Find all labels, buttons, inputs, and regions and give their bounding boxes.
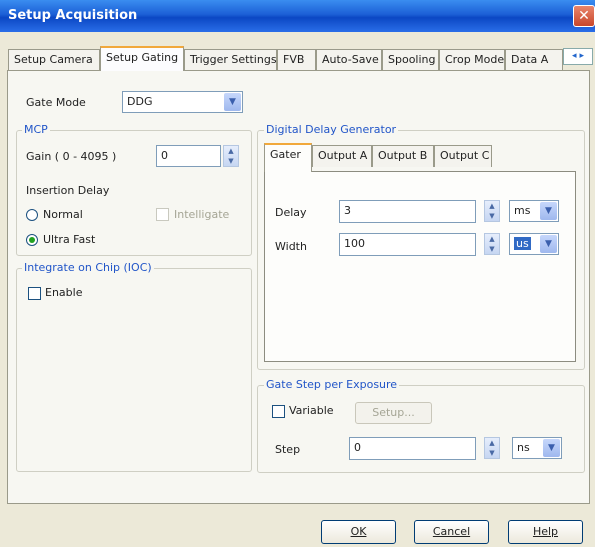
help-button[interactable]: Help: [508, 520, 583, 544]
tab-setup-gating[interactable]: Setup Gating: [100, 46, 184, 71]
spin-down-icon[interactable]: ▼: [489, 212, 494, 220]
tab-scroll-arrows[interactable]: ◂ ▸: [563, 48, 593, 65]
spin-up-icon[interactable]: ▲: [489, 202, 494, 210]
cancel-button-label: Cancel: [432, 525, 471, 538]
setup-button[interactable]: Setup...: [355, 402, 432, 424]
delay-label: Delay: [275, 206, 307, 219]
ultra-fast-radio-label[interactable]: Ultra Fast: [43, 233, 95, 246]
close-button[interactable]: ✕: [573, 5, 595, 27]
ddg-tab-gater[interactable]: Gater: [264, 143, 312, 172]
window-title: Setup Acquisition: [8, 8, 138, 23]
chevron-down-icon[interactable]: ▼: [224, 93, 241, 111]
gain-input[interactable]: 0: [156, 145, 221, 167]
tab-scroll-left-icon[interactable]: ◂: [572, 51, 577, 61]
gain-spinner[interactable]: ▲ ▼: [223, 145, 239, 167]
tab-trigger-settings[interactable]: Trigger Settings: [184, 49, 277, 70]
delay-spinner[interactable]: ▲ ▼: [484, 200, 500, 222]
width-label: Width: [275, 240, 307, 253]
title-bar[interactable]: Setup Acquisition ✕: [0, 0, 595, 32]
step-input[interactable]: 0: [349, 437, 476, 460]
cancel-button[interactable]: Cancel: [414, 520, 489, 544]
tab-spooling[interactable]: Spooling: [382, 49, 439, 70]
spin-up-icon[interactable]: ▲: [489, 235, 494, 243]
ultra-fast-radio[interactable]: [26, 234, 38, 246]
spin-up-icon[interactable]: ▲: [228, 147, 233, 155]
variable-checkbox[interactable]: [272, 405, 285, 418]
width-unit-value: us: [514, 237, 531, 250]
gate-mode-select[interactable]: DDG ▼: [122, 91, 243, 113]
step-unit-select[interactable]: ns ▼: [512, 437, 562, 459]
ok-button-label: OK: [350, 525, 367, 538]
tab-strip: Setup Camera Setup Gating Trigger Settin…: [0, 46, 595, 71]
enable-checkbox[interactable]: [28, 287, 41, 300]
ddg-tab-output-c[interactable]: Output C: [434, 145, 492, 167]
mcp-group-title: MCP: [22, 123, 50, 136]
delay-input[interactable]: 3: [339, 200, 476, 223]
tab-fvb[interactable]: FVB: [277, 49, 316, 70]
gate-step-group-title: Gate Step per Exposure: [264, 378, 400, 391]
spin-up-icon[interactable]: ▲: [489, 439, 494, 447]
chevron-down-icon[interactable]: ▼: [540, 202, 557, 220]
tab-crop-mode[interactable]: Crop Mode: [439, 49, 505, 70]
spin-down-icon[interactable]: ▼: [489, 245, 494, 253]
tab-setup-camera[interactable]: Setup Camera: [8, 49, 100, 70]
enable-label[interactable]: Enable: [45, 286, 82, 299]
gain-label: Gain ( 0 - 4095 ): [26, 150, 117, 163]
ddg-group-title: Digital Delay Generator: [264, 123, 399, 136]
normal-radio[interactable]: [26, 209, 38, 221]
setup-acquisition-window: Setup Acquisition ✕ Setup Camera Setup G…: [0, 0, 595, 547]
step-spinner[interactable]: ▲ ▼: [484, 437, 500, 459]
ddg-tab-output-a[interactable]: Output A: [312, 145, 372, 167]
ok-button[interactable]: OK: [321, 520, 396, 544]
ioc-group-title: Integrate on Chip (IOC): [22, 261, 154, 274]
intelligate-checkbox[interactable]: [156, 208, 169, 221]
tab-scroll-right-icon[interactable]: ▸: [579, 51, 584, 61]
gate-mode-label: Gate Mode: [26, 96, 86, 109]
help-button-label: Help: [532, 525, 559, 538]
chevron-down-icon[interactable]: ▼: [540, 235, 557, 253]
width-unit-select[interactable]: us ▼: [509, 233, 559, 255]
step-label: Step: [275, 443, 301, 456]
insertion-delay-label: Insertion Delay: [26, 184, 110, 197]
ddg-tab-output-b[interactable]: Output B: [372, 145, 434, 167]
width-input[interactable]: 100: [339, 233, 476, 256]
variable-label[interactable]: Variable: [289, 404, 334, 417]
tab-auto-save[interactable]: Auto-Save: [316, 49, 382, 70]
gate-mode-value: DDG: [127, 95, 153, 108]
width-spinner[interactable]: ▲ ▼: [484, 233, 500, 255]
delay-unit-select[interactable]: ms ▼: [509, 200, 559, 222]
spin-down-icon[interactable]: ▼: [228, 157, 233, 165]
delay-unit-value: ms: [514, 204, 531, 217]
tab-data[interactable]: Data A: [505, 49, 563, 70]
step-unit-value: ns: [517, 441, 530, 454]
spin-down-icon[interactable]: ▼: [489, 449, 494, 457]
chevron-down-icon[interactable]: ▼: [543, 439, 560, 457]
intelligate-label: Intelligate: [174, 208, 230, 221]
normal-radio-label[interactable]: Normal: [43, 208, 83, 221]
